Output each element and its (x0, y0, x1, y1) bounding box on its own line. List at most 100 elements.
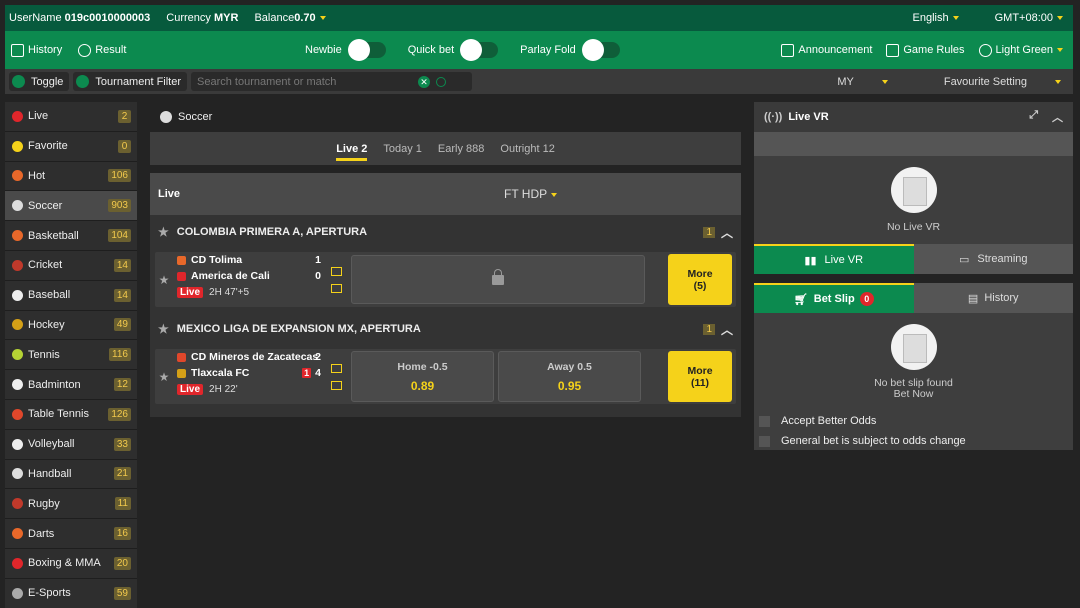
market-tabs: Live 2 Today 1 Early 888 Outright 12 (150, 132, 741, 165)
stats-icon[interactable] (330, 266, 342, 276)
home-odd-button[interactable]: Home -0.5 0.89 (351, 351, 494, 402)
live-stream-icon[interactable] (330, 283, 342, 293)
sidebar-item-volleyball[interactable]: Volleyball 33 (5, 429, 137, 460)
sidebar-item-favorite[interactable]: Favorite 0 (5, 131, 137, 162)
odds-format-select[interactable]: MY (813, 76, 892, 88)
sidebar-item-count: 59 (113, 586, 131, 600)
stats-icon[interactable] (330, 363, 342, 373)
tournament-filter-button[interactable]: Tournament Filter (73, 72, 188, 91)
toggle-icon (12, 75, 25, 88)
darts-icon (12, 528, 23, 540)
star-icon[interactable]: ★ (158, 322, 169, 336)
announcement-button[interactable]: Announcement (781, 43, 872, 57)
sidebar-item-hot[interactable]: Hot 106 (5, 161, 137, 192)
toggle-switch[interactable] (347, 39, 386, 61)
tab-history[interactable]: ▤ History (913, 283, 1073, 313)
sidebar-item-soccer[interactable]: Soccer 903 (5, 191, 137, 222)
sidebar-item-badminton[interactable]: Badminton 12 (5, 370, 137, 400)
more-markets-button[interactable]: More (11) (668, 351, 732, 402)
cart-icon: 🛒︎ (793, 293, 808, 306)
away-odd-button[interactable]: Away 0.5 0.95 (498, 351, 641, 402)
checkbox[interactable] (759, 435, 770, 447)
clear-icon[interactable]: ✕ (418, 75, 431, 88)
result-button[interactable]: Result (78, 43, 126, 57)
rugby-icon (12, 498, 23, 510)
broadcast-icon: ((·)) (764, 111, 783, 123)
match-row: ★ CD Tolima 1 America de Cali 0 Live 2H 47'… (150, 249, 741, 312)
sidebar-item-label: Handball (28, 467, 72, 480)
accept-better-odds-option[interactable]: Accept Better Odds (754, 411, 1073, 431)
tab-outright[interactable]: Outright 12 (500, 137, 554, 161)
sidebar-item-count: 16 (113, 527, 131, 541)
tab-live[interactable]: Live 2 (336, 137, 368, 161)
match-teams[interactable]: CD Mineros de Zacatecas 2 Tlaxcala FC 1 4 L… (171, 349, 321, 404)
star-icon[interactable]: ★ (157, 370, 171, 384)
tab-today[interactable]: Today 1 (383, 137, 422, 161)
favourite-setting-select[interactable]: Favourite Setting (920, 76, 1065, 88)
game-rules-button[interactable]: Game Rules (886, 43, 965, 57)
league-count: 1 (703, 323, 715, 335)
sidebar-item-table-tennis[interactable]: Table Tennis 126 (5, 399, 137, 430)
chevron-up-icon[interactable]: ︿ (721, 321, 733, 338)
checkbox[interactable] (759, 415, 770, 427)
sidebar-item-darts[interactable]: Darts 16 (5, 519, 137, 549)
parlay-fold-toggle[interactable]: Parlay Fold (520, 39, 620, 61)
sidebar-item-hockey[interactable]: Hockey 49 (5, 310, 137, 341)
live-badge: Live (177, 383, 204, 395)
list-icon: ▤ (967, 292, 979, 305)
megaphone-icon (781, 43, 795, 57)
account-bar: UserName 019c0010000003 Currency MYR Bal… (5, 5, 1073, 31)
sidebar-item-label: Basketball (28, 229, 79, 242)
tab-bet-slip[interactable]: 🛒︎ Bet Slip 0 (754, 283, 914, 313)
sidebar-item-basketball[interactable]: Basketball 104 (5, 221, 137, 251)
sidebar-item-cricket[interactable]: Cricket 14 (5, 250, 137, 281)
theme-select[interactable]: Light Green (978, 43, 1063, 57)
chevron-up-icon[interactable]: ︿ (721, 224, 733, 241)
bet-slip-empty: No bet slip found Bet Now (754, 313, 1073, 411)
match-time: Live 2H 47'+5 (177, 284, 321, 300)
toggle-switch[interactable] (581, 39, 620, 61)
live-stream-icon[interactable] (330, 380, 342, 390)
chevron-up-icon[interactable]: ︿ (1052, 109, 1063, 125)
quick-bet-toggle[interactable]: Quick bet (408, 39, 499, 61)
sidebar-item-boxing-mma[interactable]: Boxing & MMA 20 (5, 548, 137, 579)
rules-icon (886, 43, 900, 57)
newbie-toggle[interactable]: Newbie (305, 39, 386, 61)
toggle-switch[interactable] (460, 39, 499, 61)
tab-live-vr[interactable]: ▮▮ Live VR (754, 244, 914, 274)
search-box: ✕ (191, 72, 473, 91)
more-markets-button[interactable]: More (5) (668, 254, 732, 305)
match-teams[interactable]: CD Tolima 1 America de Cali 0 Live 2H 47'+5 (171, 252, 321, 307)
tab-early[interactable]: Early 888 (438, 137, 484, 161)
tab-streaming[interactable]: ▭ Streaming (913, 244, 1073, 274)
balance-dropdown[interactable]: Balance0.70 (254, 12, 326, 24)
red-card-badge: 1 (302, 368, 312, 378)
match-time: Live 2H 22' (177, 381, 321, 397)
language-select[interactable]: English (913, 12, 959, 24)
lock-icon (492, 268, 504, 285)
sidebar-item-label: Darts (28, 527, 55, 540)
star-icon[interactable]: ★ (157, 273, 171, 287)
sidebar-item-handball[interactable]: Handball 21 (5, 459, 137, 490)
filter-bar: Toggle Tournament Filter ✕ MY Favourite … (5, 69, 1073, 94)
sidebar-item-tennis[interactable]: Tennis 116 (5, 340, 137, 371)
odds-change-option[interactable]: General bet is subject to odds change (754, 431, 1073, 451)
market-select[interactable]: FT HDP (504, 187, 558, 201)
search-input[interactable] (197, 75, 413, 88)
league-header[interactable]: ★ MEXICO LIGA DE EXPANSION MX, APERTURA … (150, 312, 741, 346)
timezone-select[interactable]: GMT+08:00 (995, 12, 1063, 24)
history-button[interactable]: History (11, 43, 62, 57)
tennis-icon (12, 349, 23, 361)
expand-icon[interactable]: ⤢ (1029, 109, 1038, 125)
sidebar-item-baseball[interactable]: Baseball 14 (5, 280, 137, 311)
league-header[interactable]: ★ COLOMBIA PRIMERA A, APERTURA 1 ︿ (150, 215, 741, 249)
search-icon[interactable] (436, 76, 447, 87)
sidebar-item-label: Table Tennis (28, 408, 89, 421)
sidebar-item-e-sports[interactable]: E-Sports 59 (5, 578, 137, 608)
toggle-button[interactable]: Toggle (9, 72, 70, 91)
hot-icon (12, 170, 23, 182)
sidebar-item-count: 2 (118, 109, 131, 123)
sidebar-item-rugby[interactable]: Rugby 11 (5, 489, 137, 520)
sidebar-item-live[interactable]: Live 2 (5, 102, 137, 132)
star-icon[interactable]: ★ (158, 225, 169, 239)
